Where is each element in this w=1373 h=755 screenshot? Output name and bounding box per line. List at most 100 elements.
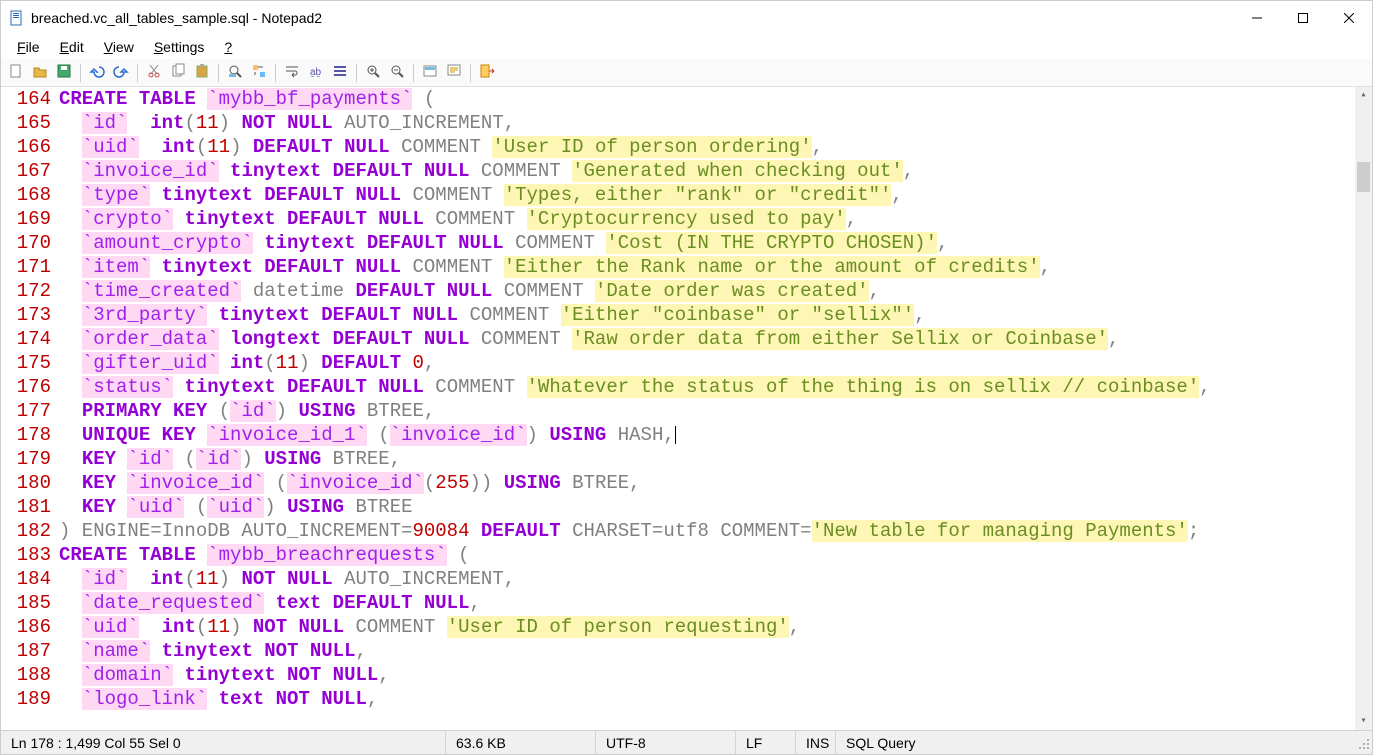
toolbar-separator — [80, 64, 81, 82]
line-number: 185 — [1, 591, 51, 615]
menu-bar: FileEditViewSettings? — [1, 35, 1372, 59]
line-number: 186 — [1, 615, 51, 639]
line-number: 183 — [1, 543, 51, 567]
toolbar-scheme-button[interactable] — [419, 62, 441, 84]
copy-icon — [170, 63, 186, 82]
code-line[interactable]: `crypto` tinytext DEFAULT NULL COMMENT '… — [59, 207, 1354, 231]
line-number: 188 — [1, 663, 51, 687]
code-line[interactable]: `name` tinytext NOT NULL, — [59, 639, 1354, 663]
toolbar-new-button[interactable] — [5, 62, 27, 84]
toolbar-redo-button[interactable] — [110, 62, 132, 84]
status-lexer[interactable]: SQL Query — [836, 731, 1354, 754]
toolbar-copy-button[interactable] — [167, 62, 189, 84]
toolbar-save-button[interactable] — [53, 62, 75, 84]
redo-icon — [113, 63, 129, 82]
editor-area[interactable]: 1641651661671681691701711721731741751761… — [1, 87, 1372, 730]
toolbar-cut-button[interactable] — [143, 62, 165, 84]
status-filesize: 63.6 KB — [446, 731, 596, 754]
code-line[interactable]: CREATE TABLE `mybb_bf_payments` ( — [59, 87, 1354, 111]
status-eol[interactable]: LF — [736, 731, 796, 754]
toolbar-separator — [356, 64, 357, 82]
code-line[interactable]: KEY `uid` (`uid`) USING BTREE — [59, 495, 1354, 519]
toolbar-separator — [413, 64, 414, 82]
status-insmode[interactable]: INS — [796, 731, 836, 754]
line-number: 170 — [1, 231, 51, 255]
menu-item-file[interactable]: File — [9, 37, 48, 57]
toolbar-zoom-in-button[interactable] — [362, 62, 384, 84]
code-line[interactable]: `uid` int(11) NOT NULL COMMENT 'User ID … — [59, 615, 1354, 639]
toolbar-replace-button[interactable] — [248, 62, 270, 84]
minimize-button[interactable] — [1234, 1, 1280, 35]
menu-item-edit[interactable]: Edit — [52, 37, 92, 57]
line-number: 184 — [1, 567, 51, 591]
line-number: 171 — [1, 255, 51, 279]
menu-item-view[interactable]: View — [96, 37, 142, 57]
toolbar-undo-button[interactable] — [86, 62, 108, 84]
toolbar-bookmarks-button[interactable] — [329, 62, 351, 84]
code-line[interactable]: CREATE TABLE `mybb_breachrequests` ( — [59, 543, 1354, 567]
code-line[interactable]: `type` tinytext DEFAULT NULL COMMENT 'Ty… — [59, 183, 1354, 207]
toolbar-word-wrap-button[interactable] — [281, 62, 303, 84]
toolbar-exit-button[interactable] — [476, 62, 498, 84]
toolbar-show-ws-button[interactable]: a̱ḇ — [305, 62, 327, 84]
toolbar-zoom-out-button[interactable] — [386, 62, 408, 84]
code-line[interactable]: PRIMARY KEY (`id`) USING BTREE, — [59, 399, 1354, 423]
bookmarks-icon — [332, 63, 348, 82]
menu-item-settings[interactable]: Settings — [146, 37, 213, 57]
line-number-gutter: 1641651661671681691701711721731741751761… — [1, 87, 59, 730]
line-number: 173 — [1, 303, 51, 327]
text-cursor — [675, 426, 676, 444]
resize-grip[interactable] — [1354, 734, 1372, 752]
code-line[interactable]: `gifter_uid` int(11) DEFAULT 0, — [59, 351, 1354, 375]
cut-icon — [146, 63, 162, 82]
line-number: 189 — [1, 687, 51, 711]
code-line[interactable]: KEY `id` (`id`) USING BTREE, — [59, 447, 1354, 471]
code-line[interactable]: `date_requested` text DEFAULT NULL, — [59, 591, 1354, 615]
line-number: 172 — [1, 279, 51, 303]
status-encoding[interactable]: UTF-8 — [596, 731, 736, 754]
line-number: 169 — [1, 207, 51, 231]
scroll-down-arrow[interactable]: ▾ — [1355, 713, 1372, 730]
exit-icon — [479, 63, 495, 82]
code-line[interactable]: `item` tinytext DEFAULT NULL COMMENT 'Ei… — [59, 255, 1354, 279]
menu-item-help[interactable]: ? — [216, 37, 240, 57]
code-line[interactable]: `amount_crypto` tinytext DEFAULT NULL CO… — [59, 231, 1354, 255]
line-number: 178 — [1, 423, 51, 447]
line-number: 167 — [1, 159, 51, 183]
code-line[interactable]: `invoice_id` tinytext DEFAULT NULL COMME… — [59, 159, 1354, 183]
code-line[interactable]: `time_created` datetime DEFAULT NULL COM… — [59, 279, 1354, 303]
maximize-button[interactable] — [1280, 1, 1326, 35]
code-line[interactable]: `id` int(11) NOT NULL AUTO_INCREMENT, — [59, 567, 1354, 591]
code-line[interactable]: `uid` int(11) DEFAULT NULL COMMENT 'User… — [59, 135, 1354, 159]
replace-icon — [251, 63, 267, 82]
code-line[interactable]: `domain` tinytext NOT NULL, — [59, 663, 1354, 687]
scrollbar-thumb[interactable] — [1357, 162, 1370, 192]
line-number: 166 — [1, 135, 51, 159]
vertical-scrollbar[interactable]: ▴ ▾ — [1355, 87, 1372, 730]
code-line[interactable]: `logo_link` text NOT NULL, — [59, 687, 1354, 711]
code-line[interactable]: `3rd_party` tinytext DEFAULT NULL COMMEN… — [59, 303, 1354, 327]
paste-icon — [194, 63, 210, 82]
scroll-up-arrow[interactable]: ▴ — [1355, 87, 1372, 104]
code-line[interactable]: `id` int(11) NOT NULL AUTO_INCREMENT, — [59, 111, 1354, 135]
toolbar-open-button[interactable] — [29, 62, 51, 84]
save-icon — [56, 63, 72, 82]
code-line[interactable]: `status` tinytext DEFAULT NULL COMMENT '… — [59, 375, 1354, 399]
status-position: Ln 178 : 1,499 Col 55 Sel 0 — [1, 731, 446, 754]
code-line[interactable]: `order_data` longtext DEFAULT NULL COMME… — [59, 327, 1354, 351]
code-line[interactable]: ) ENGINE=InnoDB AUTO_INCREMENT=90084 DEF… — [59, 519, 1354, 543]
toolbar-preview-button[interactable] — [443, 62, 465, 84]
code-line[interactable]: UNIQUE KEY `invoice_id_1` (`invoice_id`)… — [59, 423, 1354, 447]
close-button[interactable] — [1326, 1, 1372, 35]
app-icon — [9, 10, 25, 26]
toolbar-find-button[interactable] — [224, 62, 246, 84]
code-line[interactable]: KEY `invoice_id` (`invoice_id`(255)) USI… — [59, 471, 1354, 495]
zoom-in-icon — [365, 63, 381, 82]
toolbar-paste-button[interactable] — [191, 62, 213, 84]
undo-icon — [89, 63, 105, 82]
open-icon — [32, 63, 48, 82]
line-number: 175 — [1, 351, 51, 375]
code-content[interactable]: CREATE TABLE `mybb_bf_payments` ( `id` i… — [59, 87, 1372, 730]
line-number: 182 — [1, 519, 51, 543]
line-number: 174 — [1, 327, 51, 351]
